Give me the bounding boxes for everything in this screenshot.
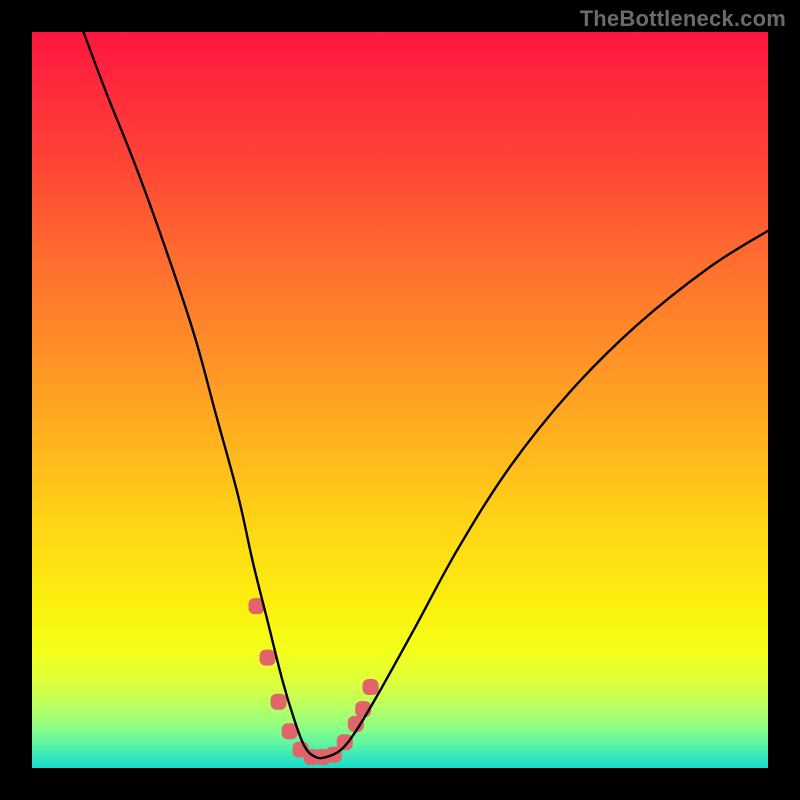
highlight-dot [337,734,353,750]
highlight-dot [363,679,379,695]
chart-frame: TheBottleneck.com [0,0,800,800]
highlight-dot [260,650,276,666]
plot-area [32,32,768,768]
bottleneck-curve [84,32,768,758]
watermark-text: TheBottleneck.com [580,6,786,32]
highlight-dot [271,694,287,710]
curve-layer [32,32,768,768]
